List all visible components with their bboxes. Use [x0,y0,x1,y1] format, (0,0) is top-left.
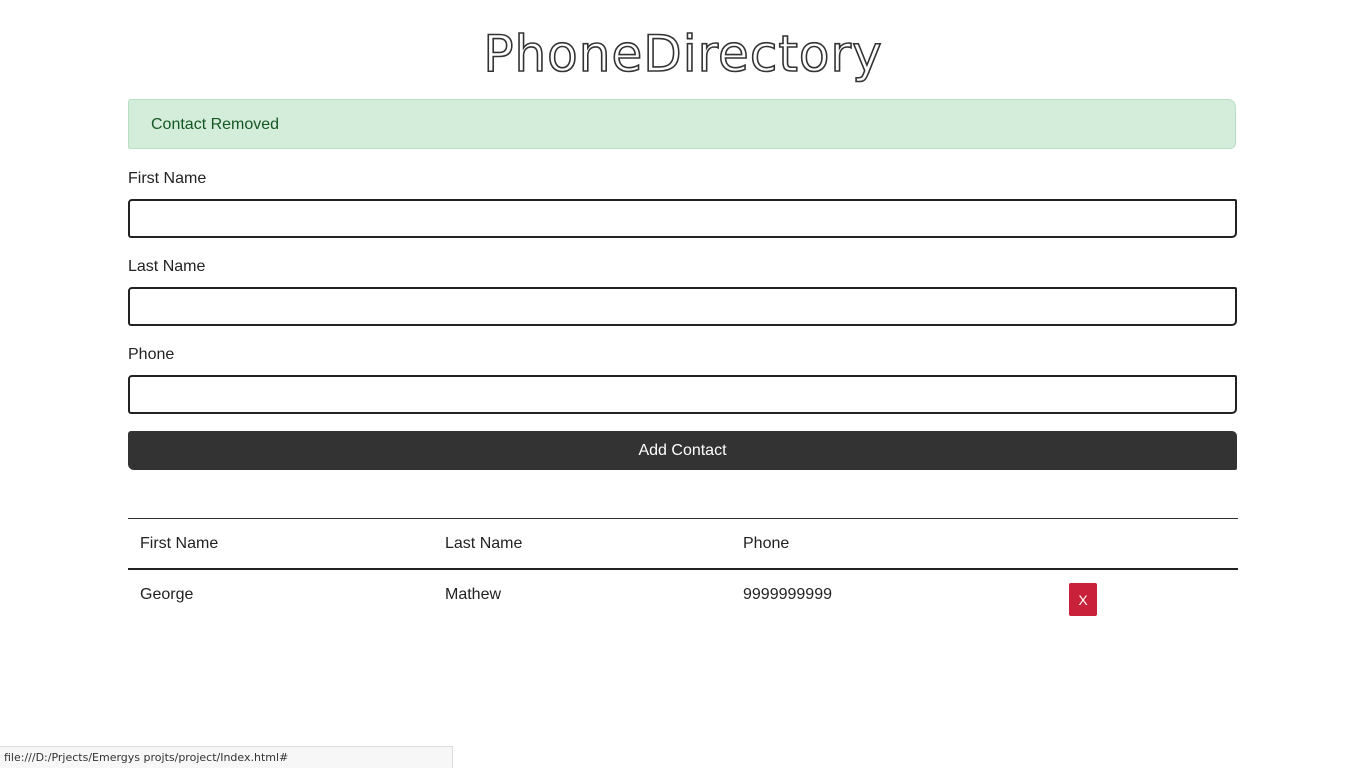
delete-contact-button[interactable]: X [1069,583,1097,616]
add-contact-button[interactable]: Add Contact [128,431,1237,470]
status-alert: Contact Removed [128,99,1236,149]
last-name-label: Last Name [128,258,206,275]
table-row: George Mathew 9999999999 X [128,569,1238,620]
last-name-field[interactable] [128,287,1237,326]
header-actions [1057,519,1238,570]
table-header-row: First Name Last Name Phone [128,518,1238,570]
phone-field[interactable] [128,375,1237,414]
browser-status-url: file:///D:/Prjects/Emergys projts/projec… [0,746,453,768]
cell-actions: X [1057,569,1238,620]
phone-label: Phone [128,346,175,363]
cell-phone: 9999999999 [743,586,832,603]
first-name-field[interactable] [128,199,1237,238]
page: PhoneDirectory Contact Removed First Nam… [0,0,1366,768]
cell-first-name: George [140,586,194,603]
cell-last-name: Mathew [445,586,502,603]
page-title: PhoneDirectory [483,24,883,84]
first-name-label: First Name [128,170,207,187]
header-phone: Phone [743,534,790,552]
header-last-name: Last Name [445,534,523,552]
contacts-table: First Name Last Name Phone George Mathew… [128,518,1238,620]
header-first-name: First Name [140,534,219,552]
